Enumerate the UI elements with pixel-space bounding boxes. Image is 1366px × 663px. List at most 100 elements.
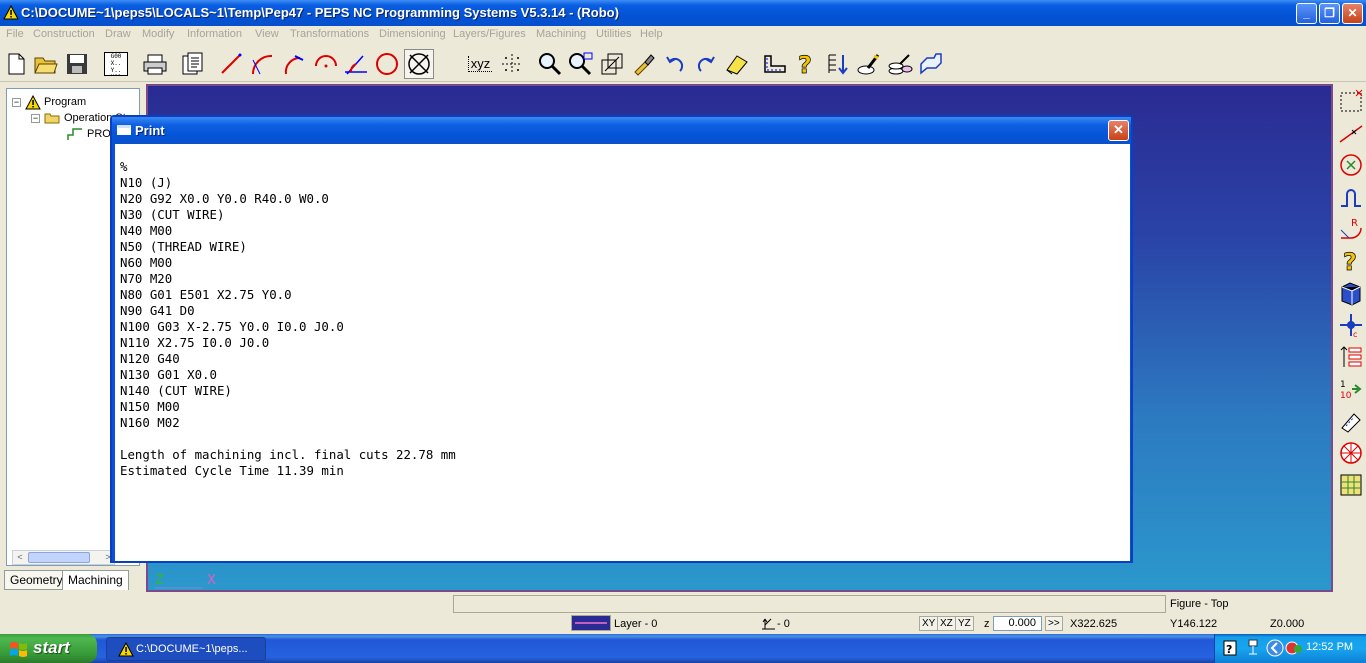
view-yz-button[interactable]: YZ bbox=[955, 616, 974, 631]
layer-color-swatch[interactable] bbox=[571, 615, 611, 631]
print-preview-button[interactable] bbox=[178, 49, 208, 79]
view-xz-button[interactable]: XZ bbox=[937, 616, 956, 631]
security-tray-icon[interactable] bbox=[1285, 640, 1303, 656]
sequence-list-icon bbox=[1340, 346, 1362, 367]
select-circle-button[interactable] bbox=[1336, 150, 1366, 180]
crossed-circle-icon bbox=[408, 53, 430, 75]
delete-circle-button[interactable] bbox=[404, 49, 434, 79]
undo-button[interactable] bbox=[660, 49, 690, 79]
grid-points-button[interactable] bbox=[497, 49, 527, 79]
layers-tool-button[interactable] bbox=[885, 49, 915, 79]
chevron-left-icon[interactable] bbox=[1266, 639, 1284, 657]
help-button[interactable]: ? bbox=[791, 49, 821, 79]
print-button[interactable] bbox=[140, 49, 170, 79]
scroll-left-icon[interactable]: < bbox=[13, 551, 27, 564]
menu-machining[interactable]: Machining bbox=[536, 28, 586, 40]
taskbar-item-peps[interactable]: C:\DOCUME~1\peps... bbox=[106, 637, 266, 661]
toolpath-button[interactable] bbox=[1336, 406, 1366, 436]
circle-icon bbox=[376, 53, 398, 75]
select-window-button[interactable] bbox=[1336, 86, 1366, 116]
nc-line: % bbox=[120, 159, 128, 174]
zoom-button[interactable] bbox=[535, 49, 565, 79]
svg-text:R: R bbox=[1351, 218, 1358, 229]
gcode-button[interactable]: G00 X.. Y.. M01 bbox=[101, 49, 131, 79]
erase-button[interactable] bbox=[722, 49, 752, 79]
profile-button[interactable] bbox=[760, 49, 790, 79]
view-xy-button[interactable]: XY bbox=[919, 616, 939, 631]
gcode-icon: G00 X.. Y.. M01 bbox=[104, 52, 128, 76]
svg-text:1: 1 bbox=[1340, 380, 1346, 390]
open-file-button[interactable] bbox=[31, 49, 61, 79]
tab-geometry[interactable]: Geometry bbox=[4, 570, 69, 590]
new-file-button[interactable] bbox=[1, 49, 31, 79]
layers-button[interactable] bbox=[1336, 470, 1366, 500]
arc-button[interactable] bbox=[248, 49, 278, 79]
menu-help[interactable]: Help bbox=[640, 28, 663, 40]
menu-file[interactable]: File bbox=[6, 28, 24, 40]
chamfer-button[interactable] bbox=[341, 49, 371, 79]
solid-view-button[interactable] bbox=[1336, 278, 1366, 308]
menu-dimensioning[interactable]: Dimensioning bbox=[379, 28, 446, 40]
help-tray-icon[interactable]: ? bbox=[1223, 640, 1237, 656]
print-dialog-close-button[interactable]: ✕ bbox=[1108, 120, 1129, 141]
circle-center-button[interactable] bbox=[311, 49, 341, 79]
tangent-arc-button[interactable] bbox=[279, 49, 309, 79]
redraw-button[interactable] bbox=[628, 49, 658, 79]
menu-transformations[interactable]: Transformations bbox=[290, 28, 369, 40]
shape-button[interactable] bbox=[916, 49, 946, 79]
grid-points-icon bbox=[502, 54, 522, 74]
collapse-icon[interactable]: − bbox=[12, 97, 21, 107]
new-file-icon bbox=[8, 53, 25, 75]
tree-item-program[interactable]: − Program bbox=[12, 94, 86, 110]
tab-machining[interactable]: Machining bbox=[62, 570, 129, 590]
redo-button[interactable] bbox=[691, 49, 721, 79]
svg-text:?: ? bbox=[1343, 248, 1357, 274]
profile-select-button[interactable] bbox=[1336, 182, 1366, 212]
save-file-button[interactable] bbox=[62, 49, 92, 79]
close-button[interactable]: ✕ bbox=[1342, 3, 1363, 24]
restore-button[interactable]: ❐ bbox=[1319, 3, 1340, 24]
menu-information[interactable]: Information bbox=[187, 28, 242, 40]
axis-x-label: X bbox=[207, 573, 216, 588]
more-button[interactable]: >> bbox=[1045, 616, 1063, 631]
menu-view[interactable]: View bbox=[255, 28, 279, 40]
rotate-view-button[interactable] bbox=[1336, 438, 1366, 468]
query-button[interactable]: ? bbox=[1336, 246, 1366, 276]
windows-logo-icon bbox=[10, 642, 27, 657]
collapse-icon[interactable]: − bbox=[31, 113, 40, 123]
xyz-point-button[interactable]: xyz bbox=[465, 49, 495, 79]
network-tray-icon[interactable] bbox=[1245, 639, 1259, 657]
machining-length-text: Length of machining incl. final cuts 22.… bbox=[120, 447, 456, 462]
zoom-all-button[interactable] bbox=[597, 49, 627, 79]
renumber-button[interactable]: 1 10 bbox=[1336, 374, 1366, 404]
menu-modify[interactable]: Modify bbox=[142, 28, 174, 40]
sequence-button[interactable] bbox=[1336, 342, 1366, 372]
select-line-button[interactable] bbox=[1336, 118, 1366, 148]
nc-output-text[interactable]: % N10 (J) N20 G92 X0.0 Y0.0 R40.0 W0.0 N… bbox=[115, 144, 1130, 561]
tool-button[interactable] bbox=[854, 49, 884, 79]
minimize-button[interactable]: _ bbox=[1296, 3, 1317, 24]
zoom-window-button[interactable] bbox=[566, 49, 596, 79]
menu-layers-figures[interactable]: Layers/Figures bbox=[453, 28, 526, 40]
menu-construction[interactable]: Construction bbox=[33, 28, 95, 40]
document-list-icon bbox=[182, 52, 203, 75]
x-coordinate: X322.625 bbox=[1070, 618, 1118, 630]
menu-utilities[interactable]: Utilities bbox=[596, 28, 631, 40]
nc-line: N130 G01 X0.0 bbox=[120, 367, 217, 382]
sort-button[interactable] bbox=[823, 49, 853, 79]
start-button[interactable]: start bbox=[0, 634, 97, 663]
tree-item-pro[interactable]: PRO bbox=[67, 126, 111, 142]
windows-taskbar: start C:\DOCUME~1\peps... ? 12:52 PM bbox=[0, 634, 1366, 663]
tree-horizontal-scrollbar[interactable]: < > bbox=[12, 550, 115, 565]
menu-draw[interactable]: Draw bbox=[105, 28, 131, 40]
status-bar: Figure - Top Layer - 0 - 0 XY XZ YZ z 0.… bbox=[0, 594, 1366, 634]
z-level-input[interactable]: 0.000 bbox=[993, 616, 1042, 631]
circle-button[interactable] bbox=[372, 49, 402, 79]
line-button[interactable] bbox=[216, 49, 246, 79]
scroll-thumb[interactable] bbox=[28, 552, 90, 563]
layer-label[interactable]: Layer - 0 bbox=[614, 618, 657, 630]
window-titlebar: C:\DOCUME~1\peps5\LOCALS~1\Temp\Pep47 - … bbox=[0, 0, 1366, 26]
layers-tool-icon bbox=[888, 54, 913, 75]
radius-button[interactable]: R bbox=[1336, 214, 1366, 244]
origin-button[interactable]: c bbox=[1336, 310, 1366, 340]
